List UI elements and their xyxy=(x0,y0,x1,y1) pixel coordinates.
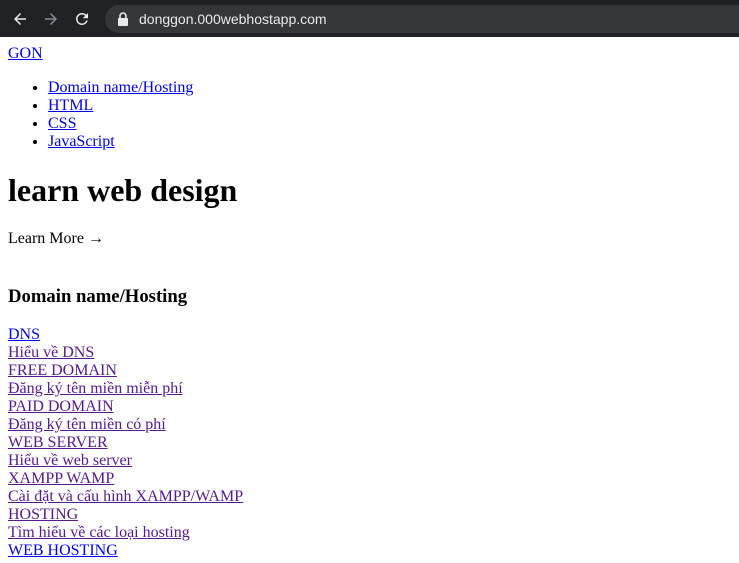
link-cai-dat-xampp[interactable]: Cài đặt và cấu hình XAMPP/WAMP xyxy=(8,488,731,506)
nav-item: CSS xyxy=(48,115,731,133)
forward-icon[interactable] xyxy=(37,5,65,33)
nav-link-domain-hosting[interactable]: Domain name/Hosting xyxy=(48,79,193,96)
hero-title: learn web design xyxy=(8,172,238,208)
link-dang-ky-mien-phi[interactable]: Đăng ký tên miền miễn phí xyxy=(8,380,731,398)
link-hosting[interactable]: HOSTING xyxy=(8,506,731,524)
link-hieu-ve-dns[interactable]: Hiểu về DNS xyxy=(8,344,731,362)
reload-icon[interactable] xyxy=(68,5,96,33)
section-title: Domain name/Hosting xyxy=(8,286,188,307)
address-bar[interactable]: donggon.000webhostapp.com xyxy=(105,4,739,33)
nav-item: JavaScript xyxy=(48,133,731,151)
page-content: GON Domain name/Hosting HTML CSS JavaScr… xyxy=(0,37,739,560)
link-web-hosting[interactable]: WEB HOSTING xyxy=(8,542,731,560)
link-free-domain[interactable]: FREE DOMAIN xyxy=(8,362,731,380)
link-paid-domain[interactable]: PAID DOMAIN xyxy=(8,398,731,416)
nav-link-javascript[interactable]: JavaScript xyxy=(48,133,115,150)
link-hieu-ve-web-server[interactable]: Hiểu về web server xyxy=(8,452,731,470)
learn-more-text: Learn More → xyxy=(8,230,104,247)
back-icon[interactable] xyxy=(6,5,34,33)
link-dang-ky-co-phi[interactable]: Đăng ký tên miền có phí xyxy=(8,416,731,434)
link-xampp-wamp[interactable]: XAMPP WAMP xyxy=(8,470,731,488)
section-links: DNS Hiểu về DNS FREE DOMAIN Đăng ký tên … xyxy=(8,326,731,560)
lock-icon xyxy=(118,11,128,26)
link-web-server[interactable]: WEB SERVER xyxy=(8,434,731,452)
link-dns[interactable]: DNS xyxy=(8,326,731,344)
url-text: donggon.000webhostapp.com xyxy=(139,10,327,27)
main-nav: Domain name/Hosting HTML CSS JavaScript xyxy=(8,79,731,151)
site-logo-link[interactable]: GON xyxy=(8,45,43,63)
browser-toolbar: donggon.000webhostapp.com xyxy=(0,0,739,37)
link-tim-hieu-hosting[interactable]: Tìm hiểu về các loại hosting xyxy=(8,524,731,542)
nav-item: HTML xyxy=(48,97,731,115)
nav-link-css[interactable]: CSS xyxy=(48,115,76,132)
nav-item: Domain name/Hosting xyxy=(48,79,731,97)
nav-link-html[interactable]: HTML xyxy=(48,97,93,114)
